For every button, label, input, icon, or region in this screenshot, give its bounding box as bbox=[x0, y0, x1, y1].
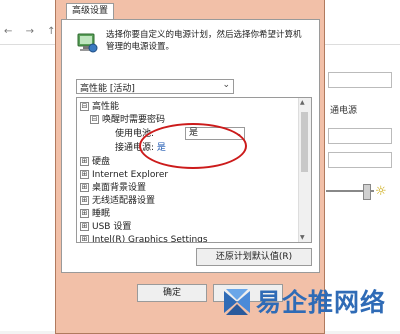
restore-defaults-button[interactable]: 还原计划默认值(R) bbox=[196, 248, 312, 266]
ok-button[interactable]: 确定 bbox=[137, 284, 207, 302]
dialog-description: 选择你要自定义的电源计划，然后选择你希望计算机管理的电源设置。 bbox=[106, 30, 302, 52]
background-dropdown[interactable] bbox=[328, 152, 392, 168]
tree-item-intel-graphics[interactable]: ⊞ Intel(R) Graphics Settings bbox=[80, 234, 208, 243]
tree-item-sleep[interactable]: ⊞ 睡眠 bbox=[80, 208, 110, 220]
settings-tree: ⊟ 高性能 ⊟ 唤醒时需要密码 使用电池: 是 ⌄ 接通电源: 是 ⊞ 硬盘 ⊞ Int… bbox=[76, 97, 312, 243]
scroll-down-icon[interactable]: ▼ bbox=[300, 234, 305, 241]
tree-item-wireless-adapter[interactable]: ⊞ 无线适配器设置 bbox=[80, 195, 155, 207]
tree-item-label: 高性能 bbox=[92, 102, 120, 112]
expand-icon[interactable]: ⊞ bbox=[80, 196, 89, 205]
tree-item-label: 睡眠 bbox=[92, 209, 111, 219]
collapse-icon[interactable]: ⊟ bbox=[80, 102, 89, 111]
tree-item-hard-disk[interactable]: ⊞ 硬盘 bbox=[80, 156, 110, 168]
expand-icon[interactable]: ⊞ bbox=[80, 157, 89, 166]
expand-icon[interactable]: ⊞ bbox=[80, 170, 89, 179]
watermark: 易企推网络 bbox=[218, 277, 400, 331]
expand-icon[interactable]: ⊞ bbox=[80, 222, 89, 231]
expand-icon[interactable]: ⊞ bbox=[80, 209, 89, 218]
power-plan-select-value: 高性能 [活动] bbox=[80, 84, 135, 94]
watermark-logo-icon bbox=[224, 289, 250, 315]
power-plan-select[interactable]: 高性能 [活动] ⌄ bbox=[76, 79, 234, 94]
tree-scrollbar[interactable]: ▲ ▼ bbox=[298, 98, 311, 242]
tab-advanced-settings[interactable]: 高级设置 bbox=[66, 3, 114, 19]
expand-icon[interactable]: ⊞ bbox=[80, 235, 89, 242]
collapse-icon[interactable]: ⊟ bbox=[90, 115, 99, 124]
scroll-up-icon[interactable]: ▲ bbox=[300, 99, 305, 106]
scrollbar-thumb[interactable] bbox=[301, 112, 308, 172]
back-icon[interactable]: ← bbox=[4, 26, 12, 37]
tree-item-label: Internet Explorer bbox=[92, 170, 169, 180]
watermark-text: 易企推网络 bbox=[256, 288, 387, 317]
forward-icon[interactable]: → bbox=[26, 26, 34, 37]
tree-item-label: 桌面背景设置 bbox=[92, 183, 147, 193]
tree-item-label: 硬盘 bbox=[92, 157, 111, 167]
background-dropdown[interactable] bbox=[328, 72, 392, 88]
tab-strip: 高级设置 bbox=[61, 0, 320, 19]
background-dropdown[interactable] bbox=[328, 128, 392, 144]
brightness-slider-thumb[interactable] bbox=[363, 184, 371, 200]
tree-item-high-performance[interactable]: ⊟ 高性能 bbox=[80, 101, 119, 113]
tree-item-usb[interactable]: ⊞ USB 设置 bbox=[80, 221, 131, 233]
chevron-down-icon: ⌄ bbox=[222, 80, 230, 90]
expand-icon[interactable]: ⊞ bbox=[80, 183, 89, 192]
tree-item-internet-explorer[interactable]: ⊞ Internet Explorer bbox=[80, 169, 168, 181]
tree-item-wake-password[interactable]: ⊟ 唤醒时需要密码 bbox=[90, 114, 165, 126]
tree-item-desktop-background[interactable]: ⊞ 桌面背景设置 bbox=[80, 182, 146, 194]
red-highlight-ellipse bbox=[139, 123, 247, 169]
power-plan-icon bbox=[77, 33, 98, 53]
background-label: 通电源 bbox=[330, 106, 358, 116]
tree-item-label: USB 设置 bbox=[92, 222, 132, 232]
tree-item-label: 唤醒时需要密码 bbox=[102, 115, 166, 125]
tree-item-label: 无线适配器设置 bbox=[92, 196, 156, 206]
tree-item-label: Intel(R) Graphics Settings bbox=[92, 235, 208, 243]
sun-icon: ☼ bbox=[375, 184, 387, 199]
